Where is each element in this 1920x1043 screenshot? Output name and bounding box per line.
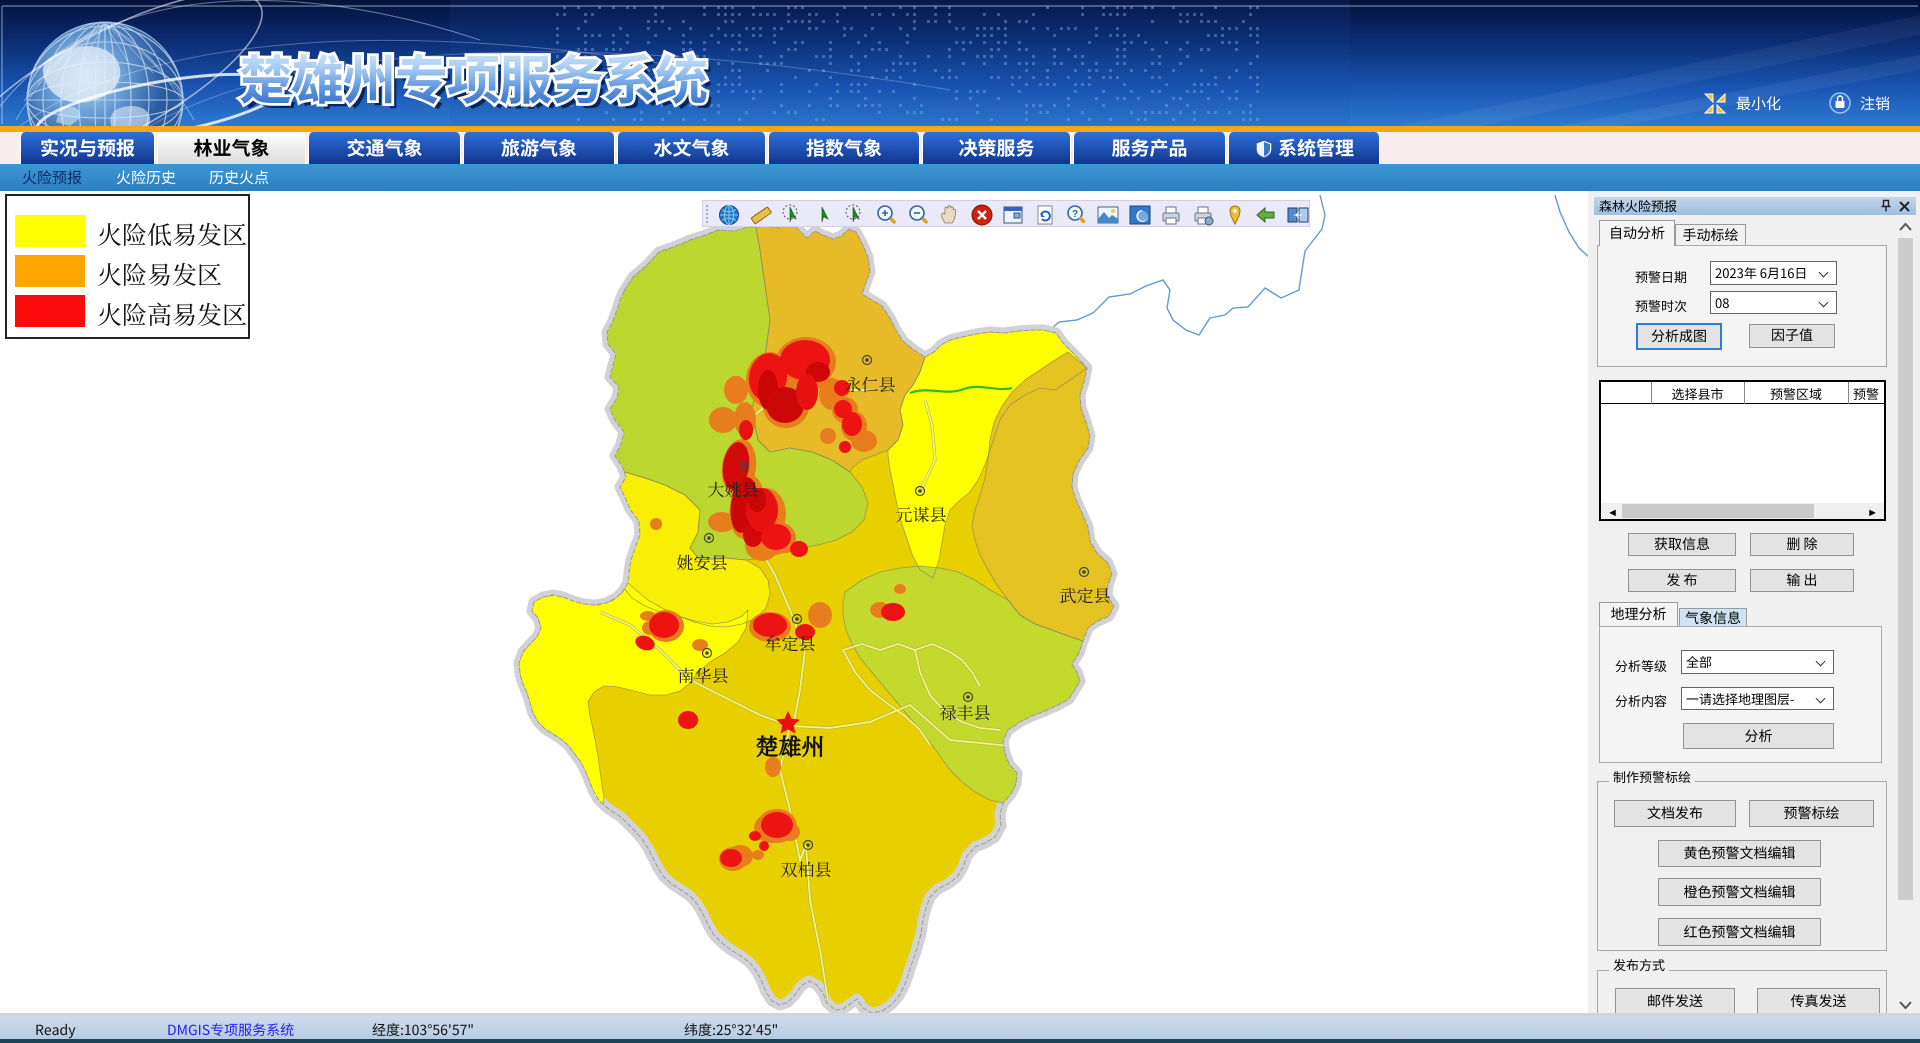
svg-text:注销: 注销 [1860,93,1890,114]
svg-text:禄丰县: 禄丰县 [940,699,991,724]
svg-text:?: ? [1072,205,1078,220]
svg-text:元谋县: 元谋县 [896,501,947,526]
svg-text:牟定县: 牟定县 [765,630,816,655]
svg-text:姚安县: 姚安县 [677,549,728,574]
svg-text:最小化: 最小化 [1736,93,1781,114]
svg-text:楚雄州专项服务系统: 楚雄州专项服务系统 [239,39,707,115]
svg-text:大姚县: 大姚县 [708,476,759,501]
svg-text:楚雄州: 楚雄州 [756,729,825,762]
svg-text:永仁县: 永仁县 [845,371,896,396]
svg-text:武定县: 武定县 [1060,582,1111,607]
svg-text:双柏县: 双柏县 [781,856,832,881]
svg-text:南华县: 南华县 [678,662,729,687]
